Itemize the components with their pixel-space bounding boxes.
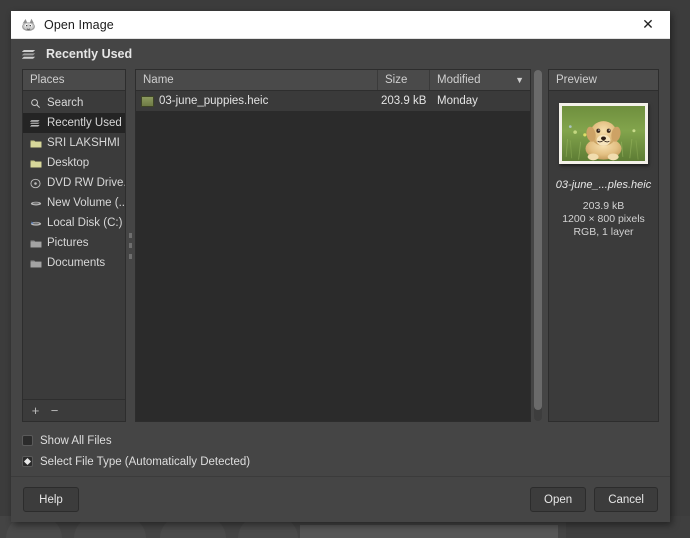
scrollbar-thumb[interactable] bbox=[534, 70, 542, 411]
sidebar-item-label: SRI LAKSHMI bbox=[47, 137, 120, 149]
checkbox-icon[interactable] bbox=[22, 435, 33, 446]
folder-gray-icon bbox=[29, 258, 42, 269]
location-header: Recently Used bbox=[11, 39, 670, 69]
panel-splitter[interactable] bbox=[126, 69, 135, 422]
sidebar-item-recently-used[interactable]: Recently Used bbox=[23, 113, 125, 133]
sidebar-item-sri-lakshmi[interactable]: SRI LAKSHMI bbox=[23, 133, 125, 153]
sidebar-item-dvd-rw-drive[interactable]: DVD RW Drive... bbox=[23, 173, 125, 193]
preview-dimensions: 1200 × 800 pixels bbox=[562, 213, 645, 225]
folder-icon bbox=[29, 138, 42, 149]
splitter-grip bbox=[129, 232, 132, 259]
image-thumb-icon bbox=[141, 95, 154, 107]
file-list-scrollbar[interactable] bbox=[531, 69, 545, 422]
chevron-down-icon[interactable]: ▼ bbox=[515, 75, 524, 85]
remove-place-button[interactable]: − bbox=[48, 404, 61, 417]
dialog-body: Places Search Recently Used SRI LAKSHMI … bbox=[11, 69, 670, 422]
drive-icon bbox=[29, 198, 42, 209]
sidebar-item-search[interactable]: Search bbox=[23, 93, 125, 113]
sidebar-item-label: Search bbox=[47, 97, 84, 109]
add-place-button[interactable]: + bbox=[29, 404, 42, 417]
window-title: Open Image bbox=[44, 17, 114, 32]
preview-thumbnail-frame bbox=[559, 103, 648, 164]
places-list[interactable]: Search Recently Used SRI LAKSHMI Desktop… bbox=[23, 91, 125, 399]
file-list-panel: Name Size Modified ▼ 03-june_puppies.hei… bbox=[135, 69, 531, 422]
sidebar-item-desktop[interactable]: Desktop bbox=[23, 153, 125, 173]
options-area: Show All Files Select File Type (Automat… bbox=[11, 422, 670, 476]
select-file-type-label: Select File Type (Automatically Detected… bbox=[40, 455, 251, 468]
column-header-name[interactable]: Name bbox=[136, 70, 378, 90]
preview-header: Preview bbox=[549, 70, 658, 91]
sidebar-item-label: Documents bbox=[47, 257, 106, 269]
sidebar-item-pictures[interactable]: Pictures bbox=[23, 233, 125, 253]
sidebar-item-documents[interactable]: Documents bbox=[23, 253, 125, 273]
sidebar-item-label: New Volume (... bbox=[47, 197, 125, 209]
places-footer: + − bbox=[23, 399, 125, 421]
column-header-modified-label: Modified bbox=[437, 74, 481, 86]
folder-icon bbox=[29, 158, 42, 169]
places-header: Places bbox=[23, 70, 125, 91]
show-all-files-label: Show All Files bbox=[40, 434, 112, 447]
file-name-label: 03-june_puppies.heic bbox=[159, 95, 269, 107]
preview-color-info: RGB, 1 layer bbox=[573, 226, 634, 238]
close-window-button[interactable]: ✕ bbox=[626, 11, 670, 39]
hard-disk-icon bbox=[29, 218, 42, 229]
file-list-header: Name Size Modified ▼ bbox=[136, 70, 530, 91]
help-button[interactable]: Help bbox=[23, 487, 79, 512]
file-modified-cell: Monday bbox=[437, 95, 478, 107]
sidebar-item-new-volume[interactable]: New Volume (... bbox=[23, 193, 125, 213]
places-panel: Places Search Recently Used SRI LAKSHMI … bbox=[22, 69, 126, 422]
sidebar-item-label: Local Disk (C:) bbox=[47, 217, 123, 229]
preview-panel: Preview 03-june_...ples.heic 203.9 kB 12… bbox=[548, 69, 659, 422]
preview-file-name: 03-june_...ples.heic bbox=[555, 179, 652, 191]
preview-metadata: 203.9 kB 1200 × 800 pixels RGB, 1 layer bbox=[562, 200, 645, 239]
select-file-type-expander-row[interactable]: Select File Type (Automatically Detected… bbox=[22, 451, 659, 472]
show-all-files-checkbox-row[interactable]: Show All Files bbox=[22, 430, 659, 451]
sidebar-item-local-disk-c[interactable]: Local Disk (C:) bbox=[23, 213, 125, 233]
location-title: Recently Used bbox=[46, 47, 133, 61]
preview-file-size: 203.9 kB bbox=[582, 200, 625, 212]
folder-gray-icon bbox=[29, 238, 42, 249]
sidebar-item-label: DVD RW Drive... bbox=[47, 177, 125, 189]
title-bar: Open Image ✕ bbox=[11, 11, 670, 39]
search-icon bbox=[29, 98, 42, 109]
file-size-cell: 203.9 kB bbox=[381, 95, 427, 107]
sidebar-item-label: Recently Used bbox=[47, 117, 122, 129]
taskbar-tray bbox=[300, 525, 558, 538]
table-row[interactable]: 03-june_puppies.heic 203.9 kB Monday bbox=[136, 91, 530, 111]
file-name-cell: 03-june_puppies.heic bbox=[136, 95, 378, 107]
preview-thumbnail-image bbox=[562, 106, 645, 161]
file-list-rows[interactable]: 03-june_puppies.heic 203.9 kB Monday bbox=[136, 91, 530, 421]
optical-disc-icon bbox=[29, 178, 42, 189]
recent-stack-icon bbox=[29, 118, 42, 129]
expander-icon[interactable] bbox=[22, 456, 33, 467]
recently-used-stack-icon bbox=[22, 49, 36, 59]
dialog-footer: Help Open Cancel bbox=[11, 476, 670, 522]
sidebar-item-label: Desktop bbox=[47, 157, 90, 169]
column-header-modified[interactable]: Modified ▼ bbox=[430, 70, 530, 90]
footer-actions: Open Cancel bbox=[530, 487, 658, 512]
open-button[interactable]: Open bbox=[530, 487, 587, 512]
scrollbar-trough[interactable] bbox=[534, 70, 542, 421]
column-header-size[interactable]: Size bbox=[378, 70, 430, 90]
open-image-dialog: Open Image ✕ Recently Used Places Search… bbox=[11, 11, 670, 522]
preview-body: 03-june_...ples.heic 203.9 kB 1200 × 800… bbox=[549, 91, 658, 421]
cancel-button[interactable]: Cancel bbox=[594, 487, 658, 512]
gimp-wilber-icon bbox=[22, 18, 35, 32]
sidebar-item-label: Pictures bbox=[47, 237, 89, 249]
